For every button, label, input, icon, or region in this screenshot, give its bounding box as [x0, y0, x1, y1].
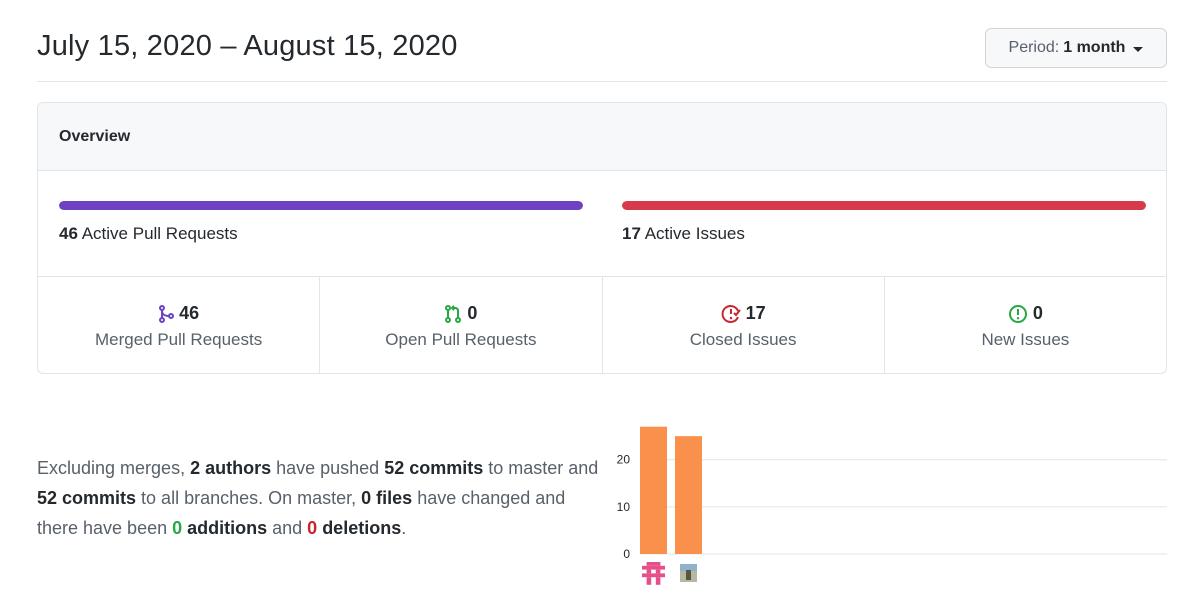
- new-issues-label: New Issues: [981, 329, 1070, 349]
- commits-all-link[interactable]: 52 commits: [37, 488, 136, 508]
- avatar-pixel: [642, 565, 665, 570]
- stat-merged-pull-requests[interactable]: 46 Merged Pull Requests: [38, 277, 321, 373]
- author-avatar-1: [642, 562, 665, 585]
- pull-requests-progress-fill: [59, 201, 583, 210]
- header-divider: [37, 81, 1167, 82]
- author-avatar-2-figure: [686, 570, 691, 580]
- overview-title: Overview: [38, 103, 1166, 171]
- avatar-pixel: [642, 573, 665, 578]
- bar-author-1: [640, 426, 667, 554]
- summary-text-4: to all branches. On master,: [136, 488, 362, 508]
- avatar-pixel: [646, 577, 652, 585]
- period-label: Period:: [1008, 39, 1060, 56]
- commit-summary: Excluding merges, 2 authors have pushed …: [37, 453, 607, 543]
- new-issues-count: 0: [1032, 303, 1043, 323]
- y-tick-label-0: 0: [623, 547, 630, 561]
- stat-closed-issues[interactable]: 17 Closed Issues: [603, 277, 885, 373]
- issue-opened-icon: [1008, 304, 1028, 324]
- avatar-pixel: [646, 569, 652, 574]
- active-pull-requests-summary[interactable]: 46 Active Pull Requests: [59, 201, 583, 244]
- summary-text-6: and: [267, 518, 308, 538]
- active-issues-summary[interactable]: 17 Active Issues: [622, 201, 1146, 244]
- summary-text-7: .: [401, 518, 407, 538]
- additions-count: 0: [172, 518, 183, 538]
- summary-text-2: have pushed: [271, 458, 385, 478]
- issues-progress-track: [622, 201, 1146, 210]
- summary-text-1: Excluding merges,: [37, 458, 191, 478]
- bar-author-2: [675, 436, 702, 554]
- merged-pull-requests-label: Merged Pull Requests: [94, 329, 263, 349]
- authors-link[interactable]: 2 authors: [190, 458, 271, 478]
- active-pull-requests-count: 46: [59, 224, 78, 243]
- summary-text-3: to master and: [483, 458, 599, 478]
- avatar-pixel: [646, 562, 661, 566]
- author-avatar-2-sky: [680, 564, 697, 571]
- active-issues-label[interactable]: 17 Active Issues: [622, 224, 1146, 244]
- y-tick-label-10: 10: [617, 500, 631, 514]
- period-dropdown-button[interactable]: Period: 1 month: [985, 28, 1167, 68]
- period-value: 1 month: [1063, 39, 1126, 56]
- merged-pull-requests-count: 46: [179, 303, 200, 323]
- active-issues-count: 17: [622, 224, 641, 243]
- active-issues-text: Active Issues: [644, 224, 745, 243]
- closed-issues-count: 17: [745, 303, 766, 323]
- caret-down-icon: [1133, 46, 1144, 52]
- stat-new-issues[interactable]: 0 New Issues: [885, 277, 1166, 373]
- issue-closed-icon: [721, 304, 741, 324]
- avatar-pixel: [655, 577, 661, 585]
- closed-issues-label: Closed Issues: [689, 329, 797, 349]
- open-pull-requests-label: Open Pull Requests: [385, 329, 537, 349]
- overview-panel: Overview 46 Active Pull Requests 17 Acti…: [37, 102, 1167, 374]
- git-pull-request-icon: [444, 304, 462, 323]
- commits-by-author-chart: 0 10 20: [610, 420, 1170, 601]
- overview-stats: 46 Merged Pull Requests 0 Open Pull Requ…: [38, 277, 1166, 373]
- active-pull-requests-label[interactable]: 46 Active Pull Requests: [59, 224, 583, 244]
- active-pull-requests-text: Active Pull Requests: [81, 224, 238, 243]
- files-changed-link[interactable]: 0 files: [361, 488, 412, 508]
- git-merge-icon: [158, 304, 175, 323]
- additions-label: additions: [182, 518, 268, 538]
- pull-requests-progress-track: [59, 201, 583, 210]
- overview-bars: 46 Active Pull Requests 17 Active Issues: [38, 171, 1166, 277]
- avatar-pixel: [655, 569, 661, 574]
- commits-chart-svg: 0 10 20: [617, 426, 1167, 585]
- deletions-count: 0: [307, 518, 318, 538]
- y-tick-label-20: 20: [617, 453, 631, 467]
- page-title: July 15, 2020 – August 15, 2020: [37, 30, 458, 62]
- open-pull-requests-count: 0: [467, 303, 478, 323]
- stat-open-pull-requests[interactable]: 0 Open Pull Requests: [320, 277, 603, 373]
- commits-master-link[interactable]: 52 commits: [384, 458, 483, 478]
- issues-progress-fill: [622, 201, 1146, 210]
- deletions-label: deletions: [317, 518, 402, 538]
